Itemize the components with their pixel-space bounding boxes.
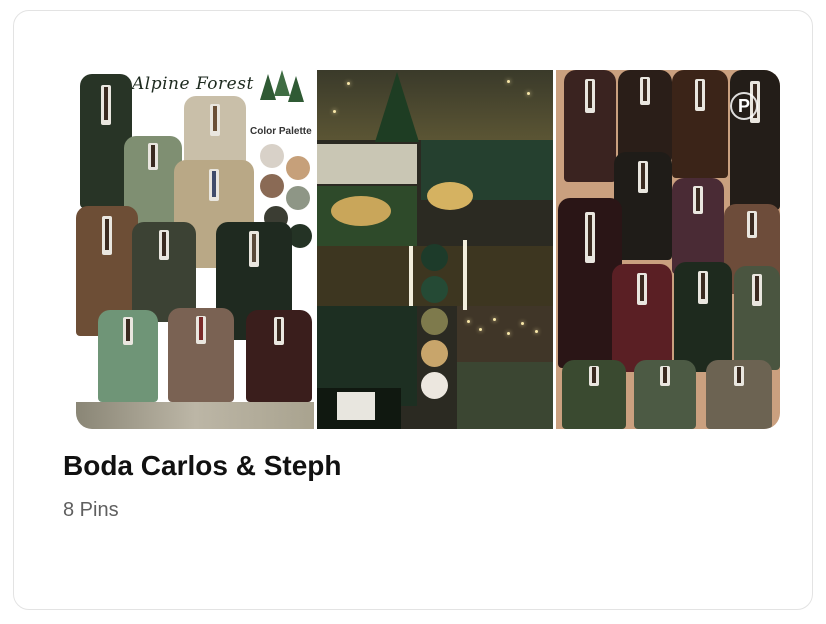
palette-dot: [421, 308, 448, 335]
suit-figure: [168, 308, 234, 402]
board-cover-collage[interactable]: Alpine Forest Color Palette P: [76, 70, 780, 429]
suit-figure: [672, 70, 728, 178]
palette-dot: [421, 372, 448, 399]
color-swatch: [286, 156, 310, 180]
pine-tree-icon: [288, 76, 304, 102]
suit-figure: [98, 310, 158, 402]
palette-dot: [421, 244, 448, 271]
suit-figure: [634, 360, 696, 429]
suit-figure: [674, 262, 732, 372]
color-swatch: [286, 186, 310, 210]
christmas-tree: [375, 72, 419, 142]
suit-figure: [614, 152, 672, 260]
suit-figure: [564, 70, 616, 182]
board-card[interactable]: Alpine Forest Color Palette P Boda Carlo…: [13, 10, 813, 610]
board-title[interactable]: Boda Carlos & Steph: [63, 450, 341, 482]
suit-figure: [730, 70, 780, 210]
pinterest-icon: P: [730, 92, 758, 120]
palette-subtitle: Color Palette: [250, 126, 312, 137]
cover-image-suit-palette: Alpine Forest Color Palette: [76, 70, 314, 429]
suit-figure: [132, 222, 196, 322]
suit-figure: [618, 70, 672, 162]
color-swatch: [260, 174, 284, 198]
suit-figure: [246, 310, 312, 402]
cover-image-fragment: [76, 402, 314, 429]
suit-figure: [562, 360, 626, 429]
palette-dot: [421, 340, 448, 367]
pin-count: 8 Pins: [63, 499, 119, 521]
palette-dot: [421, 276, 448, 303]
suit-figure: [672, 178, 724, 274]
suit-figure: [612, 264, 672, 372]
suit-figure: [706, 360, 772, 429]
palette-title: Alpine Forest: [132, 74, 254, 94]
color-swatch: [260, 144, 284, 168]
suit-figure: [734, 266, 780, 370]
cover-image-decor-moodboard: [317, 70, 553, 429]
cover-image-suit-collage: P: [556, 70, 780, 429]
